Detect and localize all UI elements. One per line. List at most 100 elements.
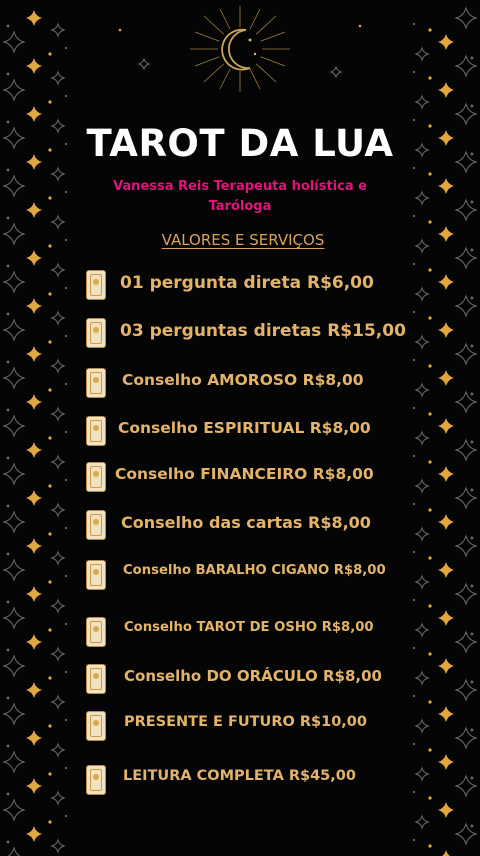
star-dot	[428, 700, 432, 704]
sparkle-star-icon	[26, 346, 42, 362]
star-dot	[428, 844, 432, 848]
star-dot	[6, 792, 10, 796]
sparkle-star-icon	[2, 558, 26, 582]
sparkle-star-icon	[438, 514, 454, 530]
page-title: TAROT DA LUA	[86, 122, 394, 165]
sparkle-star-icon	[26, 826, 42, 842]
star-dot	[412, 598, 416, 602]
star-dot	[358, 24, 362, 28]
star-dot	[6, 840, 10, 844]
star-dot	[48, 484, 52, 488]
sparkle-star-icon	[438, 274, 454, 290]
star-dot	[412, 502, 416, 506]
star-dot	[428, 652, 432, 656]
star-dot	[64, 718, 68, 722]
tarot-card-icon	[86, 510, 106, 540]
sparkle-star-icon	[438, 562, 454, 578]
sparkle-star-icon	[50, 598, 66, 614]
star-dot	[470, 440, 474, 444]
tarot-card-icon	[86, 318, 106, 348]
star-dot	[64, 334, 68, 338]
star-dot	[48, 772, 52, 776]
sparkle-star-icon	[50, 742, 66, 758]
star-dot	[470, 248, 474, 252]
sparkle-star-icon	[438, 754, 454, 770]
star-dot	[470, 344, 474, 348]
star-dot	[64, 94, 68, 98]
sparkle-star-icon	[2, 366, 26, 390]
star-dot	[64, 526, 68, 530]
star-dot	[412, 70, 416, 74]
star-dot	[470, 728, 474, 732]
sparkle-star-icon	[50, 790, 66, 806]
star-dot	[64, 766, 68, 770]
star-dot	[6, 360, 10, 364]
star-dot	[6, 312, 10, 316]
tarot-card-icon	[86, 617, 106, 647]
star-dot	[6, 504, 10, 508]
sparkle-star-icon	[26, 634, 42, 650]
service-label: LEITURA COMPLETA R$45,00	[123, 768, 356, 784]
star-dot	[48, 580, 52, 584]
star-dot	[6, 744, 10, 748]
sparkle-star-icon	[50, 454, 66, 470]
sparkle-star-icon	[50, 550, 66, 566]
sparkle-star-icon	[438, 706, 454, 722]
crescent-moon-icon	[190, 6, 290, 92]
sparkle-star-icon	[137, 57, 151, 71]
star-dot	[428, 364, 432, 368]
sparkle-star-icon	[2, 30, 26, 54]
sparkle-star-icon	[50, 838, 66, 854]
star-dot	[412, 310, 416, 314]
sparkle-star-icon	[50, 70, 66, 86]
service-label: Conselho DO ORÁCULO R$8,00	[124, 667, 382, 685]
star-dot	[6, 600, 10, 604]
tarot-card-icon	[86, 664, 106, 694]
sparkle-star-icon	[26, 538, 42, 554]
service-item: LEITURA COMPLETA R$45,00	[86, 765, 426, 797]
star-dot	[428, 172, 432, 176]
sparkle-star-icon	[50, 646, 66, 662]
sparkle-star-icon	[454, 630, 478, 654]
star-dot	[48, 820, 52, 824]
star-dot	[48, 532, 52, 536]
tarot-card-icon	[86, 270, 106, 300]
sparkle-star-icon	[414, 94, 430, 110]
star-dot	[48, 628, 52, 632]
star-dot	[428, 28, 432, 32]
service-label: Conselho ESPIRITUAL R$8,00	[118, 419, 371, 437]
star-dot	[428, 316, 432, 320]
star-dot	[48, 292, 52, 296]
star-dot	[412, 742, 416, 746]
star-dot	[428, 268, 432, 272]
sparkle-star-icon	[26, 778, 42, 794]
star-dot	[412, 358, 416, 362]
star-dot	[48, 724, 52, 728]
star-dot	[428, 604, 432, 608]
sparkle-star-icon	[438, 322, 454, 338]
star-dot	[64, 670, 68, 674]
service-item: 01 pergunta direta R$6,00	[86, 270, 426, 302]
sparkle-star-icon	[454, 534, 478, 558]
star-dot	[470, 632, 474, 636]
star-dot	[428, 412, 432, 416]
service-label: Conselho TAROT DE OSHO R$8,00	[124, 620, 374, 635]
sparkle-star-icon	[2, 414, 26, 438]
star-dot	[6, 552, 10, 556]
star-dot	[6, 216, 10, 220]
sparkle-star-icon	[454, 822, 478, 846]
sparkle-star-icon	[50, 22, 66, 38]
service-label: 01 pergunta direta R$6,00	[120, 273, 374, 293]
sparkle-star-icon	[50, 694, 66, 710]
star-dot	[470, 584, 474, 588]
sparkle-star-icon	[454, 198, 478, 222]
service-label: PRESENTE E FUTURO R$10,00	[124, 714, 367, 730]
star-dot	[428, 76, 432, 80]
tarot-card-icon	[86, 560, 106, 590]
star-dot	[6, 408, 10, 412]
sparkle-star-icon	[414, 814, 430, 830]
sparkle-star-icon	[414, 190, 430, 206]
service-item: Conselho BARALHO CIGANO R$8,00	[86, 560, 426, 592]
sparkle-star-icon	[50, 406, 66, 422]
service-item: Conselho DO ORÁCULO R$8,00	[86, 664, 426, 696]
